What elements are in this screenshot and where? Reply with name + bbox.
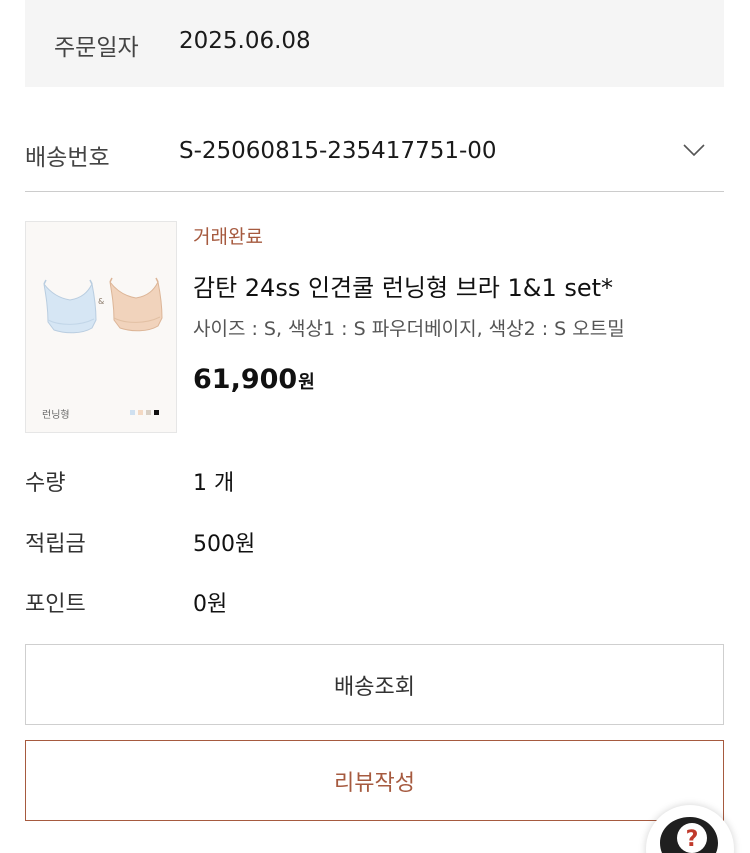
order-date-value: 2025.06.08 <box>179 28 311 54</box>
track-shipping-button[interactable]: 배송조회 <box>25 644 724 725</box>
order-date-label: 주문일자 <box>54 35 139 61</box>
order-status: 거래완료 <box>193 226 263 248</box>
product-image-bras: & <box>43 277 163 334</box>
svg-text:?: ? <box>686 827 699 852</box>
product-options: 사이즈 : S, 색상1 : S 파우더베이지, 색상2 : S 오트밀 <box>193 318 625 340</box>
points-value: 0원 <box>193 592 228 617</box>
color-swatch <box>146 410 151 415</box>
price-unit: 원 <box>298 372 315 393</box>
color-swatch <box>138 410 143 415</box>
chevron-down-icon[interactable] <box>682 142 706 158</box>
shipping-number-row[interactable]: 배송번호 S-25060815-235417751-00 <box>25 120 724 192</box>
price-amount: 61,900 <box>193 364 298 395</box>
reward-label: 적립금 <box>25 532 86 557</box>
shipping-number-value: S-25060815-235417751-00 <box>179 138 497 164</box>
points-label: 포인트 <box>25 592 86 617</box>
thumbnail-caption: 런닝형 <box>42 410 70 421</box>
bra-beige <box>109 277 163 332</box>
write-review-button[interactable]: 리뷰작성 <box>25 740 724 821</box>
color-swatches <box>130 410 159 415</box>
quantity-value: 1 개 <box>193 471 235 496</box>
color-swatch <box>154 410 159 415</box>
order-detail-page: 주문일자 2025.06.08 배송번호 S-25060815-23541775… <box>0 0 750 853</box>
help-button[interactable]: ? <box>646 805 734 853</box>
product-name[interactable]: 감탄 24ss 인견쿨 런닝형 브라 1&1 set* <box>193 268 613 303</box>
product-price: 61,900원 <box>193 364 315 395</box>
color-swatch <box>130 410 135 415</box>
help-question-icon: ? <box>660 817 718 853</box>
product-thumbnail[interactable]: & 런닝형 <box>25 221 177 433</box>
shipping-number-label: 배송번호 <box>25 145 110 171</box>
thumbnail-ampersand: & <box>98 297 104 306</box>
order-date-panel: 주문일자 2025.06.08 <box>25 0 724 87</box>
quantity-label: 수량 <box>25 471 66 496</box>
reward-value: 500원 <box>193 532 256 557</box>
bra-light-blue <box>43 279 97 334</box>
